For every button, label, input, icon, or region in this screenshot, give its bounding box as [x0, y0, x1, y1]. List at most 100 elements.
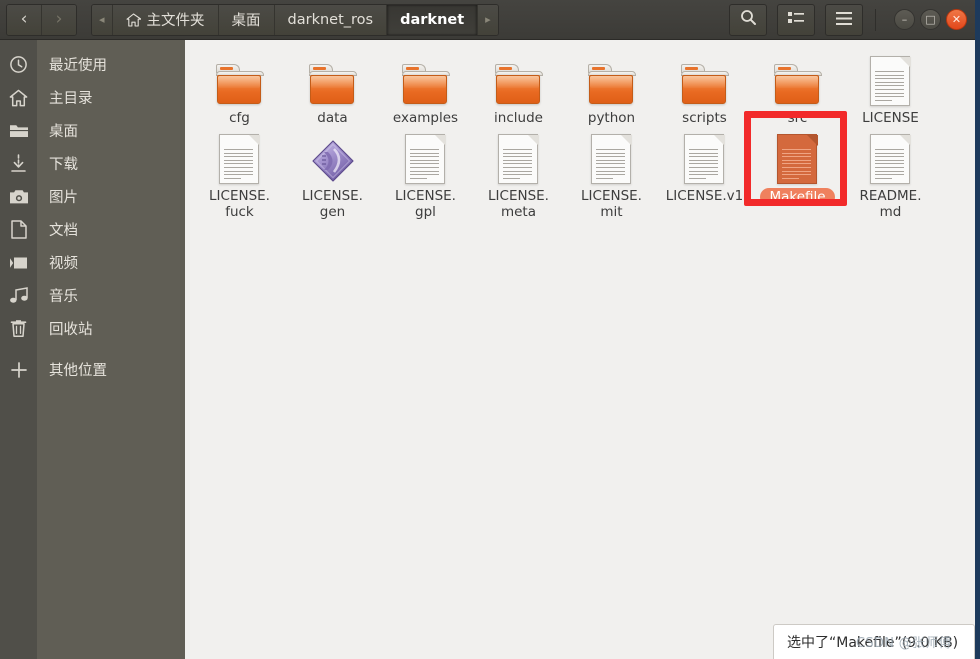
file-item-license-gen[interactable]: LICENSE. gen	[286, 126, 379, 220]
file-item-label: cfg	[229, 110, 250, 126]
icon-slot	[869, 54, 912, 106]
sidebar-label-column: 最近使用 主目录 桌面 下载 图片 文档 视频 音乐 回收站 其他位置	[37, 40, 185, 659]
folder-icon	[308, 64, 358, 106]
sidebar-item-videos[interactable]: 视频	[37, 246, 185, 279]
breadcrumb-item-darknet-ros[interactable]: darknet_ros	[273, 4, 387, 35]
breadcrumb-item-darknet[interactable]: darknet	[386, 4, 478, 35]
breadcrumb-item-desktop[interactable]: 桌面	[217, 4, 274, 35]
document-icon	[683, 134, 726, 184]
sidebar: 最近使用 主目录 桌面 下载 图片 文档 视频 音乐 回收站 其他位置	[0, 40, 185, 659]
home-icon	[0, 81, 37, 114]
file-item-label: LICENSE. fuck	[209, 188, 270, 220]
icon-slot	[497, 132, 540, 184]
file-item-license[interactable]: LICENSE	[844, 48, 937, 126]
file-list-view[interactable]: cfg data examples include python scripts…	[185, 40, 975, 659]
sidebar-item-documents[interactable]: 文档	[37, 213, 185, 246]
forward-button[interactable]: ›	[41, 4, 76, 35]
sidebar-icon-column	[0, 40, 37, 659]
breadcrumb-label-desktop: 桌面	[231, 13, 261, 29]
sidebar-item-pictures[interactable]: 图片	[37, 180, 185, 213]
file-item-label: LICENSE. gen	[302, 188, 363, 220]
icon-slot	[680, 54, 730, 106]
file-item-license-meta[interactable]: LICENSE. meta	[472, 126, 565, 220]
maximize-icon: □	[925, 13, 936, 26]
file-item-license-v1[interactable]: LICENSE.v1	[658, 126, 751, 220]
file-item-examples[interactable]: examples	[379, 48, 472, 126]
document-icon	[0, 213, 37, 246]
document-icon	[869, 134, 912, 184]
home-icon	[125, 12, 141, 27]
download-icon	[0, 147, 37, 180]
document-icon	[404, 134, 447, 184]
folder-icon	[587, 64, 637, 106]
file-item-label-selected: Makefile	[760, 188, 835, 206]
camera-icon	[0, 180, 37, 213]
view-options-button[interactable]	[777, 3, 815, 36]
header-left-group: ‹ › ◂ 主文件夹 桌面 darknet_ros darknet ▸	[0, 0, 499, 39]
icon-slot	[218, 132, 261, 184]
menu-button[interactable]	[825, 3, 863, 36]
close-button[interactable]: ✕	[946, 9, 967, 30]
file-item-cfg[interactable]: cfg	[193, 48, 286, 126]
sidebar-item-home[interactable]: 主目录	[37, 81, 185, 114]
breadcrumb: ◂ 主文件夹 桌面 darknet_ros darknet ▸	[91, 3, 499, 36]
breadcrumb-item-home[interactable]: 主文件夹	[111, 4, 218, 35]
file-item-license-fuck[interactable]: LICENSE. fuck	[193, 126, 286, 220]
search-icon	[740, 9, 757, 30]
sidebar-item-downloads[interactable]: 下载	[37, 147, 185, 180]
document-icon	[776, 134, 819, 184]
breadcrumb-label-home: 主文件夹	[146, 13, 205, 29]
header-separator	[875, 8, 876, 31]
file-item-label: src	[787, 110, 808, 126]
breadcrumb-scroll-right[interactable]: ▸	[477, 4, 498, 35]
sidebar-item-other-locations[interactable]: 其他位置	[37, 353, 185, 386]
breadcrumb-scroll-left[interactable]: ◂	[92, 4, 112, 35]
view-list-icon	[788, 10, 804, 29]
icon-slot	[404, 132, 447, 184]
file-item-makefile[interactable]: Makefile	[751, 126, 844, 220]
file-item-data[interactable]: data	[286, 48, 379, 126]
icon-slot	[587, 54, 637, 106]
file-item-label: LICENSE. gpl	[395, 188, 456, 220]
icon-grid-row: cfg data examples include python scripts…	[193, 48, 975, 126]
document-icon	[590, 134, 633, 184]
sidebar-item-music[interactable]: 音乐	[37, 279, 185, 312]
file-item-include[interactable]: include	[472, 48, 565, 126]
sidebar-item-label: 下载	[49, 157, 78, 173]
sidebar-item-label: 主目录	[49, 91, 93, 107]
sidebar-icon-gap	[0, 345, 37, 353]
breadcrumb-label-darknet: darknet	[400, 11, 465, 28]
file-item-readme-md[interactable]: README. md	[844, 126, 937, 220]
maximize-button[interactable]: □	[920, 9, 941, 30]
file-item-license-mit[interactable]: LICENSE. mit	[565, 126, 658, 220]
music-icon	[0, 279, 37, 312]
back-button[interactable]: ‹	[7, 4, 41, 35]
icon-slot	[494, 54, 544, 106]
sidebar-item-desktop[interactable]: 桌面	[37, 114, 185, 147]
navigation-buttons: ‹ ›	[6, 3, 77, 36]
icon-grid-row: LICENSE. fuck LICENSE. gen LICENSE. gpl …	[193, 126, 975, 220]
status-text: 选中了“Makefile”(9.0 KB)	[787, 635, 959, 651]
file-item-label: README. md	[859, 188, 922, 220]
sidebar-item-trash[interactable]: 回收站	[37, 312, 185, 345]
file-item-src[interactable]: src	[751, 48, 844, 126]
icon-slot	[869, 132, 912, 184]
file-item-scripts[interactable]: scripts	[658, 48, 751, 126]
sidebar-item-label: 最近使用	[49, 58, 107, 74]
file-item-python[interactable]: python	[565, 48, 658, 126]
status-bar-popup: 选中了“Makefile”(9.0 KB)	[773, 624, 975, 659]
back-chevron-icon: ‹	[20, 9, 28, 29]
file-item-label: include	[494, 110, 543, 126]
file-item-license-gpl[interactable]: LICENSE. gpl	[379, 126, 472, 220]
folder-icon	[494, 64, 544, 106]
forward-chevron-icon: ›	[55, 9, 63, 29]
file-item-label: scripts	[682, 110, 727, 126]
sidebar-item-label: 其他位置	[49, 363, 107, 379]
search-button[interactable]	[729, 3, 767, 36]
minimize-button[interactable]: –	[894, 9, 915, 30]
file-item-label: LICENSE. mit	[581, 188, 642, 220]
folder-icon	[680, 64, 730, 106]
icon-slot	[590, 132, 633, 184]
sidebar-item-recent[interactable]: 最近使用	[37, 48, 185, 81]
sidebar-label-gap	[37, 345, 185, 353]
